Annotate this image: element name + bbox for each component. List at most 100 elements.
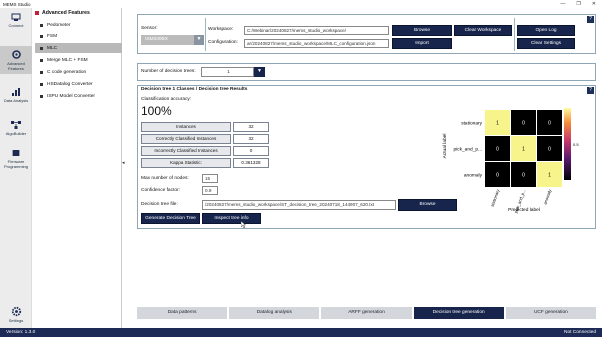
browse-workspace-button[interactable]: Browse [392, 25, 452, 36]
x-axis-label: Predicted label [508, 207, 540, 213]
generate-decision-tree-button[interactable]: Generate Decision Tree [141, 213, 200, 224]
nav-settings[interactable]: Settings [0, 306, 32, 323]
clear-settings-button[interactable]: Clear Settings [517, 38, 575, 49]
nav-advanced-features-label: Advanced Features [7, 61, 25, 71]
configuration-field[interactable]: ar/20240827/mems_studio_workspace/MLC_co… [244, 39, 389, 48]
stat-value: 32 [233, 122, 269, 132]
nav-firmware-programming[interactable]: Firmware Programming [0, 148, 32, 169]
sidebar-item-merge-mlc-fsm[interactable]: Merge MLC + FSM [40, 55, 122, 65]
configuration-label: Configuration: [208, 40, 238, 45]
stat-value: 0 [233, 146, 269, 156]
sidebar-item-hsdatalog-converter[interactable]: HSDatalog Converter [40, 79, 122, 89]
accuracy-value: 100% [141, 104, 172, 118]
tab-ucf-generation[interactable]: UCF generation [505, 307, 597, 319]
app-title: MEMS Studio [3, 1, 31, 7]
max-nodes-input[interactable]: 15 [202, 174, 218, 183]
bullet-icon [40, 82, 43, 86]
heatmap-cell-value: 0 [548, 147, 551, 153]
bullet-icon [40, 46, 43, 50]
results-help-icon[interactable]: ? [587, 87, 594, 94]
config-help-icon[interactable]: ? [587, 16, 594, 23]
heatmap-cell-value: 0 [548, 121, 551, 127]
sidebar-item-label: C code generation [47, 69, 87, 75]
bullet-icon [40, 58, 43, 62]
row-tick-label: anomaly [464, 173, 483, 179]
y-axis-label: Actual label [442, 134, 448, 159]
title-bar: MEMS Studio — ❐ ✕ [0, 0, 602, 8]
heatmap-cell-value: 0 [496, 173, 499, 179]
stat-name: Kappa Statistic: [141, 158, 231, 168]
stat-name: Incorrectly Classified Instances [141, 146, 231, 156]
stat-value: 32 [233, 134, 269, 144]
tab-data-patterns[interactable]: Data patterns [137, 307, 228, 319]
sensor-label: Sensor: [141, 26, 158, 31]
sidebar-item-label: MLC [47, 45, 58, 51]
max-nodes-label: Max number of nodes: [141, 176, 189, 181]
bullet-icon [40, 23, 43, 27]
inspect-tree-info-button[interactable]: Inspect tree info [202, 213, 261, 224]
sidebar-item-label: FSM [47, 33, 58, 39]
divider [205, 18, 206, 51]
accuracy-label: Classification accuracy: [141, 97, 192, 102]
sensor-dropdown-icon[interactable]: ▼ [194, 35, 204, 45]
sidebar-item-mlc[interactable]: MLC [35, 43, 122, 53]
status-bar: Version: 1.3.0 Not Connected [0, 328, 602, 337]
nav-firmware-label: Firmware Programming [3, 159, 28, 169]
sidebar-item-pedometer[interactable]: Pedometer [40, 20, 122, 30]
collapse-sidebar-icon[interactable]: ◂ [122, 160, 125, 166]
settings-icon [11, 306, 21, 317]
stat-name: Instances [141, 122, 231, 132]
clear-workspace-button[interactable]: Clear Workspace [454, 25, 512, 36]
confusion-matrix-chart: 1 0 0 0 1 0 0 0 1 stationary pick_and_p...anomaly… [442, 108, 579, 214]
import-button[interactable]: Import [392, 38, 452, 49]
tab-decision-tree-generation[interactable]: Decision tree generation [413, 307, 504, 319]
col-tick-label: stationary [490, 188, 501, 208]
nav-advanced-features[interactable]: Advanced Features [0, 46, 32, 74]
trees-count-select[interactable]: 1 [201, 67, 254, 77]
colorbar-tick: 0.5 [573, 142, 579, 147]
results-header: Decision tree 1 Classes / Decision tree … [141, 87, 248, 92]
bullet-icon [40, 70, 43, 74]
sidebar-item-fsm[interactable]: FSM [40, 31, 122, 41]
confidence-input[interactable]: 0.9 [202, 186, 218, 195]
trees-dropdown-icon[interactable]: ▼ [254, 67, 265, 77]
sensor-select[interactable]: ISM330BX [141, 35, 194, 45]
nav-connect[interactable]: Connect [0, 12, 32, 28]
maximize-button[interactable]: ❐ [576, 1, 580, 7]
nav-settings-label: Settings [8, 318, 24, 323]
colorbar [564, 108, 571, 180]
minimize-button[interactable]: — [560, 1, 565, 7]
row-tick-label: pick_and_p... [453, 147, 482, 153]
nav-algobuilder[interactable]: AlgoBuilder [0, 120, 32, 136]
tab-datalog-analysis[interactable]: Datalog analysis [229, 307, 320, 319]
bullet-icon [40, 94, 43, 98]
close-button[interactable]: ✕ [592, 1, 596, 7]
nav-data-analysis[interactable]: Data Analysis [0, 87, 32, 103]
advanced-features-icon [11, 50, 21, 59]
trees-label: Number of decision trees: [141, 69, 196, 74]
row-tick-label: stationary [461, 121, 482, 127]
sidebar-item-ispu-model-converter[interactable]: ISPU Model Converter [40, 91, 122, 101]
mouse-cursor-icon [241, 221, 246, 228]
stat-value: 0.361328 [233, 158, 269, 168]
features-sidebar: Advanced Features Pedometer FSM MLC Merg… [32, 8, 122, 328]
heatmap-cell-value: 1 [522, 147, 525, 153]
stat-name: Correctly Classified Instances [141, 134, 231, 144]
sidebar-item-label: ISPU Model Converter [47, 93, 95, 99]
nav-algobuilder-label: AlgoBuilder [5, 131, 27, 136]
connection-status: Not Connected [564, 330, 596, 335]
tab-arff-generation[interactable]: ARFF generation [321, 307, 412, 319]
sidebar-item-c-code-generation[interactable]: C code generation [40, 67, 122, 77]
heatmap-cell-value: 0 [522, 121, 525, 127]
workspace-field[interactable]: C:/Webinar/20240827/mems_studio_workspac… [244, 26, 389, 35]
heatmap-cell-value: 1 [496, 121, 499, 127]
open-log-button[interactable]: Open Log [517, 25, 575, 36]
sidebar-item-label: Pedometer [47, 22, 71, 28]
confidence-label: Confidence factor: [141, 188, 180, 193]
section-marker-icon [35, 11, 39, 15]
tree-file-field[interactable]: /20240827/mems_studio_workspace/ST_decis… [202, 200, 396, 210]
sidebar-item-label: HSDatalog Converter [47, 81, 93, 87]
firmware-icon [12, 150, 20, 156]
nav-data-analysis-label: Data Analysis [3, 98, 29, 103]
workspace-label: Workspace: [208, 27, 234, 32]
